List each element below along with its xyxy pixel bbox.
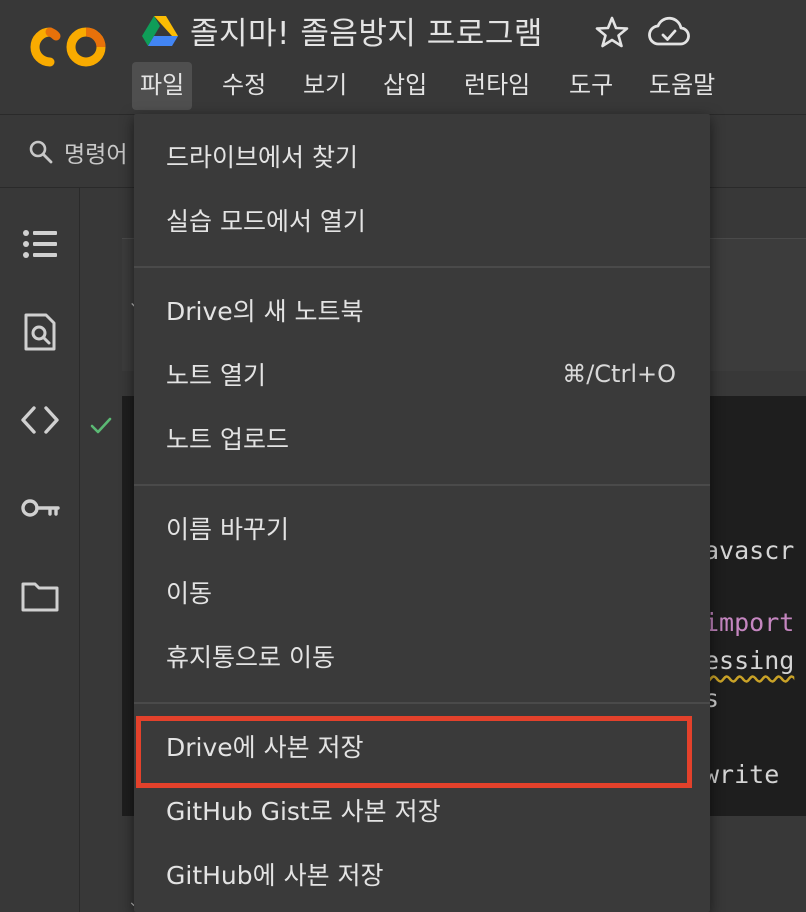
file-menu-dropdown: 드라이브에서 찾기 실습 모드에서 열기 Drive의 새 노트북 노트 열기 … <box>134 114 710 912</box>
menu-runtime[interactable]: 런타임 <box>456 62 538 110</box>
menu-insert[interactable]: 삽입 <box>375 62 435 110</box>
menu-item-label: 휴지통으로 이동 <box>166 643 335 672</box>
search-icon[interactable] <box>28 139 54 165</box>
command-search-label[interactable]: 명령어 <box>64 135 127 169</box>
menu-item-label: 노트 업로드 <box>166 425 289 454</box>
menu-edit[interactable]: 수정 <box>214 62 274 110</box>
menu-separator <box>134 702 710 704</box>
code-line: essing <box>704 646 795 675</box>
find-icon[interactable] <box>20 312 60 352</box>
menu-item-rename[interactable]: 이름 바꾸기 <box>134 496 710 560</box>
menu-help[interactable]: 도움말 <box>641 62 723 110</box>
menu-item-label: Drive의 새 노트북 <box>166 297 364 326</box>
menu-item-find-in-drive[interactable]: 드라이브에서 찾기 <box>134 124 710 188</box>
menu-item-save-copy-in-drive[interactable]: Drive에 사본 저장 <box>134 714 710 778</box>
menu-item-move-to-trash[interactable]: 휴지통으로 이동 <box>134 624 710 688</box>
code-line: write <box>704 760 780 789</box>
menu-item-label: 실습 모드에서 열기 <box>166 207 366 236</box>
code-line: avascr <box>704 536 795 565</box>
menu-item-label: GitHub에 사본 저장 <box>166 861 384 890</box>
menu-item-new-notebook-in-drive[interactable]: Drive의 새 노트북 <box>134 278 710 342</box>
cloud-saved-icon[interactable] <box>648 16 690 48</box>
menu-item-label: Drive에 사본 저장 <box>166 733 364 762</box>
colab-logo-icon[interactable] <box>26 22 110 72</box>
menu-tools[interactable]: 도구 <box>561 62 621 110</box>
google-drive-icon[interactable] <box>142 14 178 46</box>
colab-app: 졸지마! 졸음방지 프로그램 파일 수정 보기 삽입 런타임 도구 도움말 명령… <box>0 0 806 912</box>
menu-item-save-copy-as-gist[interactable]: GitHub Gist로 사본 저장 <box>134 778 710 842</box>
menu-item-upload-notebook[interactable]: 노트 업로드 <box>134 406 710 470</box>
menu-item-label: 노트 열기 <box>166 361 266 390</box>
menu-item-label: 이름 바꾸기 <box>166 515 289 544</box>
cell-executed-check-icon <box>90 417 112 434</box>
table-of-contents-icon[interactable] <box>20 224 60 264</box>
menu-item-label: GitHub Gist로 사본 저장 <box>166 797 441 826</box>
star-icon[interactable] <box>594 14 630 50</box>
left-rail <box>0 188 80 912</box>
menu-view[interactable]: 보기 <box>295 62 355 110</box>
menu-item-label: 드라이브에서 찾기 <box>166 143 358 172</box>
menu-item-open-in-playground[interactable]: 실습 모드에서 열기 <box>134 188 710 252</box>
menu-item-open-notebook[interactable]: 노트 열기 ⌘/Ctrl+O <box>134 342 710 406</box>
menu-item-move[interactable]: 이동 <box>134 560 710 624</box>
menu-item-label: 이동 <box>166 579 213 608</box>
menu-file[interactable]: 파일 <box>132 62 193 110</box>
menu-separator <box>134 484 710 486</box>
secrets-key-icon[interactable] <box>20 488 60 528</box>
notebook-title[interactable]: 졸지마! 졸음방지 프로그램 <box>190 8 543 53</box>
header: 졸지마! 졸음방지 프로그램 파일 수정 보기 삽입 런타임 도구 도움말 <box>0 0 806 114</box>
files-folder-icon[interactable] <box>20 576 60 616</box>
menu-separator <box>134 266 710 268</box>
code-line: import <box>704 608 795 637</box>
code-snippets-icon[interactable] <box>20 400 60 440</box>
menu-item-save-copy-in-github[interactable]: GitHub에 사본 저장 <box>134 842 710 906</box>
menu-item-shortcut: ⌘/Ctrl+O <box>562 360 676 388</box>
